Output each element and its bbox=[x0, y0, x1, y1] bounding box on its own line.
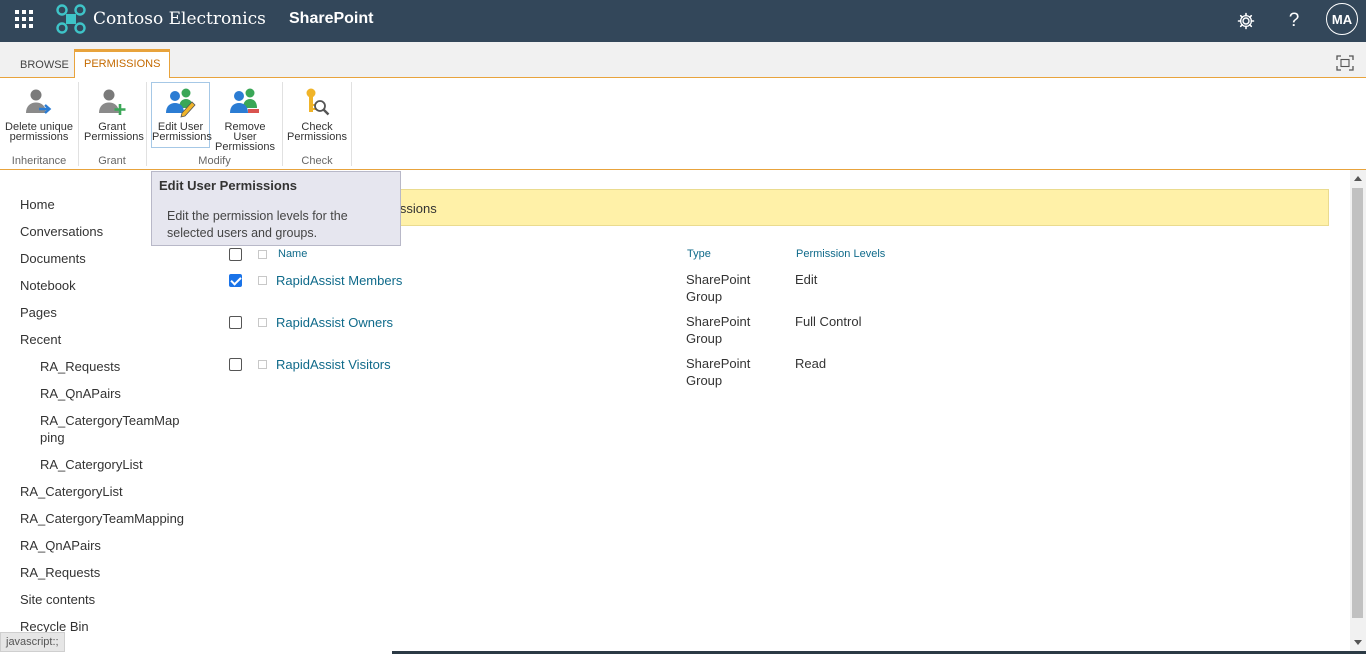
group-label-grant: Grant bbox=[98, 155, 126, 167]
gear-icon[interactable] bbox=[1231, 6, 1261, 36]
row-checkbox-rapidassist-owners[interactable] bbox=[229, 316, 242, 329]
grant-permissions-button[interactable]: Grant Permissions bbox=[83, 82, 144, 148]
contoso-logo-icon[interactable] bbox=[56, 4, 86, 34]
nav-item-ra-catergorylist[interactable]: RA_CatergoryList bbox=[20, 483, 123, 500]
tooltip-body: Edit the permission levels for the selec… bbox=[167, 209, 348, 240]
suite-bar: Contoso Electronics SharePoint ? MA bbox=[0, 0, 1366, 42]
ribbon-tab-row: BROWSE PERMISSIONS bbox=[0, 42, 1366, 79]
vertical-scrollbar[interactable] bbox=[1350, 170, 1366, 654]
row-selector[interactable] bbox=[258, 360, 267, 369]
group-label-inheritance: Inheritance bbox=[11, 155, 67, 167]
nav-item-documents[interactable]: Documents bbox=[20, 250, 86, 267]
grant-permissions-label-2: Permissions bbox=[84, 131, 144, 143]
grant-permissions-icon bbox=[99, 89, 126, 115]
waffle-icon[interactable] bbox=[15, 10, 33, 28]
nav-item-home[interactable]: Home bbox=[20, 196, 55, 213]
brand-name[interactable]: Contoso Electronics bbox=[93, 8, 266, 30]
edit-user-permissions-label-2: Permissions bbox=[152, 131, 212, 143]
group-label-modify: Modify bbox=[198, 155, 231, 167]
group-divider bbox=[282, 82, 283, 166]
delete-unique-permissions-label-2: permissions bbox=[9, 131, 69, 143]
edit-user-permissions-button[interactable]: Edit User Permissions bbox=[151, 82, 212, 148]
ribbon: Delete unique permissions Inheritance Gr… bbox=[0, 78, 1366, 170]
scroll-down-arrow-icon[interactable] bbox=[1354, 640, 1362, 645]
row-type: SharePoint Group bbox=[686, 355, 766, 389]
nav-item-notebook[interactable]: Notebook bbox=[20, 277, 76, 294]
tooltip-title: Edit User Permissions bbox=[159, 178, 297, 193]
nav-item-recent-ra-catergoryteammapping-wrap[interactable]: ping bbox=[40, 429, 65, 446]
help-icon[interactable]: ? bbox=[1279, 6, 1309, 36]
select-all-checkbox[interactable] bbox=[229, 248, 242, 261]
nav-item-recent-ra-requests[interactable]: RA_Requests bbox=[40, 358, 120, 375]
row-permission-level: Edit bbox=[795, 272, 818, 287]
row-type-line1: SharePoint bbox=[686, 314, 751, 329]
row-type-line1: SharePoint bbox=[686, 272, 751, 287]
nav-item-ra-qnapairs[interactable]: RA_QnAPairs bbox=[20, 537, 101, 554]
row-type-line2: Group bbox=[686, 289, 723, 304]
edit-user-permissions-tooltip: Edit User Permissions Edit the permissio… bbox=[151, 171, 401, 246]
banner-text: issions bbox=[397, 201, 437, 216]
group-link-rapidassist-owners[interactable]: RapidAssist Owners bbox=[276, 315, 393, 330]
row-type-line1: SharePoint bbox=[686, 356, 751, 371]
group-link-rapidassist-members[interactable]: RapidAssist Members bbox=[276, 273, 402, 288]
nav-item-conversations[interactable]: Conversations bbox=[20, 223, 103, 240]
remove-user-permissions-label-2: Permissions bbox=[215, 141, 275, 153]
row-selector[interactable] bbox=[258, 318, 267, 327]
remove-user-permissions-button[interactable]: Remove User Permissions bbox=[212, 82, 278, 153]
nav-item-recent-ra-catergoryteammapping[interactable]: RA_CatergoryTeamMap bbox=[40, 412, 179, 429]
focus-on-content-icon[interactable] bbox=[1336, 55, 1354, 71]
check-permissions-icon bbox=[306, 88, 330, 116]
delete-unique-permissions-button[interactable]: Delete unique permissions bbox=[4, 82, 74, 148]
tab-permissions[interactable]: PERMISSIONS bbox=[74, 49, 171, 79]
delete-permissions-icon bbox=[26, 89, 52, 114]
row-type-line2: Group bbox=[686, 331, 723, 346]
nav-item-recent-ra-qnapairs[interactable]: RA_QnAPairs bbox=[40, 385, 121, 402]
nav-item-recent[interactable]: Recent bbox=[20, 331, 61, 348]
group-divider bbox=[351, 82, 352, 166]
row-type-line2: Group bbox=[686, 373, 723, 388]
nav-item-recent-ra-catergorylist[interactable]: RA_CatergoryList bbox=[40, 456, 143, 473]
edit-user-permissions-icon bbox=[165, 88, 196, 118]
remove-user-permissions-icon bbox=[230, 88, 259, 113]
group-divider bbox=[146, 82, 147, 166]
group-link-rapidassist-visitors[interactable]: RapidAssist Visitors bbox=[276, 357, 391, 372]
row-checkbox-rapidassist-visitors[interactable] bbox=[229, 358, 242, 371]
group-divider bbox=[78, 82, 79, 166]
row-selector[interactable] bbox=[258, 276, 267, 285]
row-permission-level: Read bbox=[795, 356, 827, 371]
tab-browse[interactable]: BROWSE bbox=[11, 52, 78, 78]
scrollbar-thumb[interactable] bbox=[1352, 188, 1363, 618]
app-name[interactable]: SharePoint bbox=[289, 9, 373, 29]
column-header-type[interactable]: Type bbox=[687, 248, 711, 260]
group-label-check: Check bbox=[301, 155, 333, 167]
row-permission-level: Full Control bbox=[795, 314, 862, 329]
remove-user-permissions-label-1: Remove User bbox=[224, 121, 266, 143]
column-header-permission-levels[interactable]: Permission Levels bbox=[796, 248, 885, 260]
nav-item-ra-catergoryteammapping[interactable]: RA_CatergoryTeamMapping bbox=[20, 510, 184, 527]
row-type: SharePoint Group bbox=[686, 271, 766, 305]
check-permissions-button[interactable]: Check Permissions bbox=[286, 82, 348, 148]
nav-item-pages[interactable]: Pages bbox=[20, 304, 57, 321]
row-checkbox-rapidassist-members[interactable] bbox=[229, 274, 242, 287]
row-type: SharePoint Group bbox=[686, 313, 766, 347]
nav-item-ra-requests[interactable]: RA_Requests bbox=[20, 564, 100, 581]
browser-status-bar: javascript:; bbox=[0, 632, 65, 652]
nav-item-site-contents[interactable]: Site contents bbox=[20, 591, 95, 608]
check-permissions-label-2: Permissions bbox=[287, 131, 347, 143]
column-header-name[interactable]: Name bbox=[278, 248, 307, 260]
scroll-up-arrow-icon[interactable] bbox=[1354, 176, 1362, 181]
avatar[interactable]: MA bbox=[1326, 3, 1358, 35]
header-row-selector[interactable] bbox=[258, 250, 267, 259]
